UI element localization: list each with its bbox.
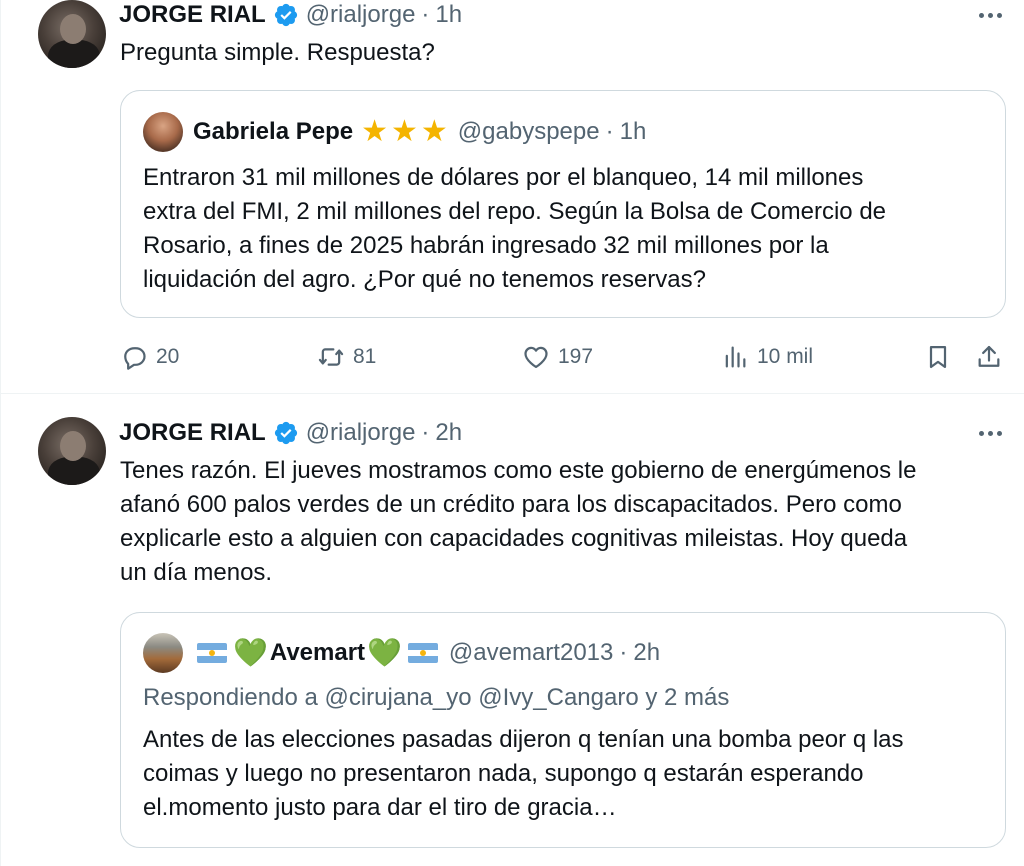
quoted-tweet[interactable]: 💚 Avemart 💚 @avemart2013 · 2h Respondien… [120,612,1006,848]
separator-dot: · [605,118,614,145]
text-line: Tenes razón. El jueves mostramos como es… [120,457,917,484]
timestamp[interactable]: 1h [435,1,462,29]
quoted-author-handle: @avemart2013 [448,639,614,666]
text-line: el.momento justo para dar el tiro de gra… [143,794,617,821]
avatar[interactable] [38,417,106,485]
quoted-author-name: Avemart [269,639,366,666]
reply-icon [124,347,146,370]
quoted-tweet-text: Antes de las elecciones pasadas dijeron … [143,723,993,825]
author-name[interactable]: JORGE RIAL [119,419,266,447]
text-line: Entraron 31 mil millones de dólares por … [143,164,864,191]
avatar[interactable] [38,0,106,68]
separator-dot: · [619,639,628,666]
tweet-text: Pregunta simple. Respuesta? [120,39,435,66]
text-line: Rosario, a fines de 2025 habrán ingresad… [143,232,829,259]
stars-badge: ★ ★ ★ [361,117,451,147]
quoted-tweet-header: Gabriela Pepe ★ ★ ★ @gabyspepe · 1h [143,112,646,152]
tweet-text: Tenes razón. El jueves mostramos como es… [120,454,1000,590]
quoted-timestamp: 1h [619,118,647,145]
tweet-header: JORGE RIAL @rialjorge · 2h [119,418,462,448]
star-icon: ★ [361,115,388,148]
separator-dot: · [421,1,430,28]
quoted-tweet-text: Entraron 31 mil millones de dólares por … [143,161,993,297]
green-heart-icon: 💚 [367,637,402,668]
text-line: explicarle esto a alguien con capacidade… [120,525,908,552]
bookmark-icon [929,345,947,369]
more-icon[interactable] [975,0,1005,30]
text-line: Antes de las elecciones pasadas dijeron … [143,726,904,753]
repost-count: 81 [353,345,377,368]
timeline-feed: JORGE RIAL @rialjorge · 1h Pregunta simp… [0,0,1024,866]
views-button[interactable]: 10 mil [721,340,813,374]
tweet[interactable]: JORGE RIAL @rialjorge · 1h Pregunta simp… [1,0,1024,394]
view-count: 10 mil [757,345,814,368]
replying-to-line[interactable]: Respondiendo a @cirujana_yo @Ivy_Cangaro… [143,683,729,713]
green-heart-icon: 💚 [233,637,268,668]
separator-dot: · [421,419,430,446]
tweet-header: JORGE RIAL @rialjorge · 1h [119,0,462,30]
argentina-flag-icon [407,643,438,663]
text-line: coimas y luego no presentaron nada, supo… [143,760,864,787]
text-line: extra del FMI, 2 mil millones del repo. … [143,198,887,225]
text-line: afanó 600 palos verdes de un crédito par… [120,491,902,518]
author-name[interactable]: JORGE RIAL [119,1,266,29]
heart-icon [524,346,548,369]
quoted-author-name: Gabriela Pepe [193,118,354,145]
share-button[interactable] [975,340,1003,374]
bookmark-button[interactable] [924,340,952,374]
verified-badge-icon [274,421,297,445]
verified-badge-icon [274,3,297,27]
like-count: 197 [558,345,594,368]
repost-button[interactable]: 81 [317,340,376,374]
quoted-tweet-header: 💚 Avemart 💚 @avemart2013 · 2h [143,633,660,673]
reply-button[interactable]: 20 [120,340,179,374]
star-icon: ★ [390,115,418,148]
reply-count: 20 [156,345,180,368]
argentina-flag-icon [197,643,227,663]
more-icon[interactable] [975,418,1005,448]
quoted-timestamp: 2h [633,639,661,666]
tweet-actions: 20 81 197 10 mil [120,340,1010,374]
like-button[interactable]: 197 [522,340,593,374]
repost-icon [318,348,344,366]
star-icon: ★ [420,115,448,148]
quoted-tweet[interactable]: Gabriela Pepe ★ ★ ★ @gabyspepe · 1h Entr… [120,90,1006,318]
text-line: liquidación del agro. ¿Por qué no tenemo… [143,266,706,293]
share-icon [978,345,1000,367]
avatar [143,112,183,152]
views-icon [725,346,746,368]
author-handle[interactable]: @rialjorge [306,1,416,29]
quoted-author-handle: @gabyspepe [457,118,600,145]
author-handle[interactable]: @rialjorge [306,419,416,447]
avatar [143,633,183,673]
text-line: un día menos. [120,559,273,586]
timestamp[interactable]: 2h [435,419,462,447]
tweet[interactable]: JORGE RIAL @rialjorge · 2h Tenes razón. … [1,395,1024,866]
